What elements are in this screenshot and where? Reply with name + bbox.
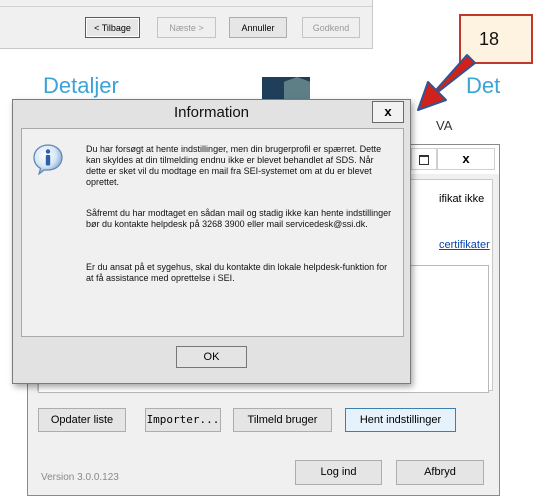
certificates-link[interactable]: certifikater [439,239,490,251]
register-user-button[interactable]: Tilmeld bruger [233,408,332,432]
cancel-wizard-button[interactable]: Annuller [229,17,287,38]
version-label: Version 3.0.0.123 [41,472,119,483]
login-button[interactable]: Log ind [295,460,382,485]
dialog-close-button[interactable]: x [372,101,404,123]
dialog-paragraph-1: Du har forsøgt at hente indstillinger, m… [86,144,382,187]
back-button[interactable]: < Tilbage [85,17,140,38]
divider [0,6,372,7]
wizard-button-bar: < Tilbage Næste > Annuller Godkend [0,0,373,49]
dialog-paragraph-2: Såfremt du har modtaget en sådan mail og… [86,208,392,229]
certificate-status-text: ifikat ikke [439,193,485,205]
cancel-button[interactable]: Afbryd [396,460,484,485]
dialog-paragraph-3: Er du ansat på et sygehus, skal du konta… [86,262,388,283]
next-button[interactable]: Næste > [157,17,216,38]
maximize-button[interactable] [411,148,437,170]
info-icon [33,144,63,175]
details-heading: Detaljer [43,73,119,98]
fetch-settings-button[interactable]: Hent indstillinger [345,408,456,432]
dialog-title: Information [173,104,250,121]
window-close-button[interactable]: x [437,148,495,170]
dialog-message-area: Du har forsøgt at hente indstillinger, m… [21,128,404,337]
information-dialog: Information x Du har forsøgt at hente in… [12,99,411,384]
maximize-icon [419,154,429,165]
ok-button[interactable]: OK [176,346,247,368]
approve-button[interactable]: Godkend [302,17,360,38]
callout-arrow-icon [417,54,476,111]
update-list-button[interactable]: Opdater liste [38,408,126,432]
import-button[interactable]: Importer... [145,408,221,432]
background-label: VA [436,118,453,133]
